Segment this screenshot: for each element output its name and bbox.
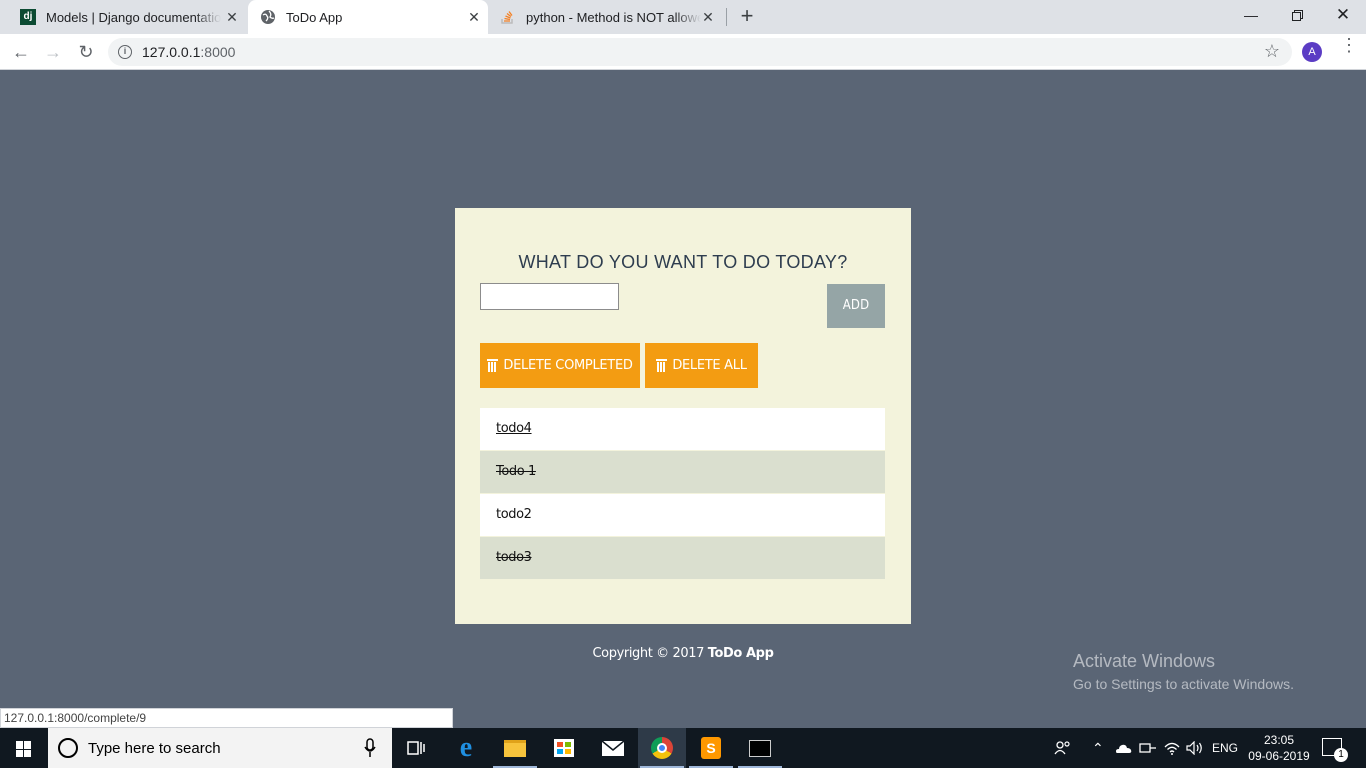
back-button[interactable]: ← — [9, 40, 33, 64]
delete-completed-label: DELETE COMPLETED — [503, 358, 633, 373]
mail-icon[interactable] — [589, 728, 637, 768]
page-title: WHAT DO YOU WANT TO DO TODAY? — [518, 252, 848, 272]
add-button[interactable]: ADD — [827, 284, 885, 328]
address-bar[interactable]: i 127.0.0.1:8000 ☆ — [108, 38, 1292, 66]
todo-item[interactable]: todo2 — [480, 494, 885, 536]
notification-count-badge: 1 — [1334, 748, 1348, 762]
browser-menu-icon[interactable]: ⋮ — [1340, 36, 1358, 62]
tab-todo-app[interactable]: ToDo App ✕ — [248, 0, 488, 34]
show-hidden-icons-icon[interactable]: ⌃ — [1092, 728, 1104, 768]
watermark-subtitle: Go to Settings to activate Windows. — [1073, 676, 1294, 692]
taskbar-search[interactable]: Type here to search — [48, 728, 392, 768]
language-indicator[interactable]: ENG — [1212, 728, 1238, 768]
info-icon[interactable]: i — [118, 45, 132, 59]
url-host: 127.0.0.1 — [142, 44, 201, 60]
close-icon[interactable]: ✕ — [466, 9, 482, 25]
trash-icon — [656, 359, 668, 372]
system-clock[interactable]: 23:05 09-06-2019 — [1244, 732, 1314, 764]
store-icon[interactable] — [540, 728, 588, 768]
start-button[interactable] — [0, 728, 48, 768]
todo-item[interactable]: todo3 — [480, 537, 885, 579]
link-status-bar: 127.0.0.1:8000/complete/9 — [0, 708, 453, 728]
sublime-text-icon[interactable]: S — [687, 728, 735, 768]
network-adapter-icon[interactable] — [1139, 728, 1157, 768]
profile-avatar[interactable]: A — [1302, 42, 1322, 62]
todo-text: todo3 — [496, 550, 532, 565]
bookmark-star-icon[interactable]: ☆ — [1264, 41, 1280, 62]
delete-all-button[interactable]: DELETE ALL — [645, 343, 758, 388]
onedrive-icon[interactable] — [1114, 728, 1132, 768]
django-favicon-icon: dj — [20, 9, 36, 25]
reload-button[interactable]: ↻ — [74, 40, 98, 64]
clock-time: 23:05 — [1263, 733, 1295, 747]
todo-list: todo4 Todo 1 todo2 todo3 — [480, 408, 885, 580]
todo-text: todo4 — [496, 421, 532, 436]
search-placeholder: Type here to search — [88, 740, 221, 757]
edge-icon[interactable]: e — [442, 728, 490, 768]
people-icon[interactable] — [1054, 728, 1072, 768]
watermark-title: Activate Windows — [1073, 651, 1216, 671]
tab-stackoverflow[interactable]: python - Method is NOT allowed ✕ — [490, 0, 722, 34]
clock-date: 09-06-2019 — [1248, 749, 1310, 763]
forward-button[interactable]: → — [41, 40, 65, 64]
close-icon[interactable]: ✕ — [700, 9, 716, 25]
microphone-icon[interactable] — [364, 738, 376, 758]
url-port: :8000 — [200, 44, 236, 60]
footer-copyright: Copyright © 2017 — [592, 646, 708, 661]
todo-card: WHAT DO YOU WANT TO DO TODAY? ADD DELETE… — [455, 208, 911, 624]
tab-django-docs[interactable]: dj Models | Django documentation | Djang… — [8, 0, 246, 34]
delete-all-label: DELETE ALL — [672, 358, 747, 373]
tab-title: Models | Django documentation | Django — [46, 9, 221, 25]
todo-item[interactable]: Todo 1 — [480, 451, 885, 493]
windows-logo-icon — [16, 741, 32, 757]
minimize-button[interactable]: — — [1228, 0, 1274, 30]
task-view-icon[interactable] — [392, 728, 440, 768]
browser-toolbar: ← → ↻ i 127.0.0.1:8000 ☆ A ⋮ — [0, 34, 1366, 70]
stackoverflow-icon — [501, 11, 513, 24]
todo-item[interactable]: todo4 — [480, 408, 885, 450]
close-icon[interactable]: ✕ — [224, 9, 240, 25]
tab-title: python - Method is NOT allowed — [526, 9, 701, 25]
restore-button[interactable] — [1274, 0, 1320, 30]
tab-separator — [726, 8, 727, 26]
command-prompt-icon[interactable] — [736, 728, 784, 768]
file-explorer-icon[interactable] — [491, 728, 539, 768]
delete-completed-button[interactable]: DELETE COMPLETED — [480, 343, 640, 388]
todo-text: Todo 1 — [496, 464, 536, 479]
footer-brand: ToDo App — [707, 646, 774, 661]
tab-strip: dj Models | Django documentation | Djang… — [0, 0, 1366, 34]
close-window-button[interactable]: ✕ — [1320, 0, 1366, 30]
todo-text: todo2 — [496, 507, 532, 522]
new-tab-button[interactable]: + — [736, 5, 758, 28]
volume-icon[interactable] — [1186, 728, 1204, 768]
restore-icon — [1291, 9, 1303, 21]
tab-title: ToDo App — [286, 9, 343, 25]
windows-taskbar: Type here to search e S ⌃ ENG 23:05 09-0… — [0, 728, 1366, 768]
activation-watermark: Activate Windows Go to Settings to activ… — [1073, 651, 1294, 692]
todo-input[interactable] — [480, 283, 619, 310]
globe-icon — [261, 10, 275, 24]
wifi-icon[interactable] — [1164, 728, 1180, 768]
chrome-icon[interactable] — [638, 728, 686, 768]
cortana-icon — [58, 738, 78, 758]
trash-icon — [487, 359, 499, 372]
address-url: 127.0.0.1:8000 — [142, 44, 235, 60]
